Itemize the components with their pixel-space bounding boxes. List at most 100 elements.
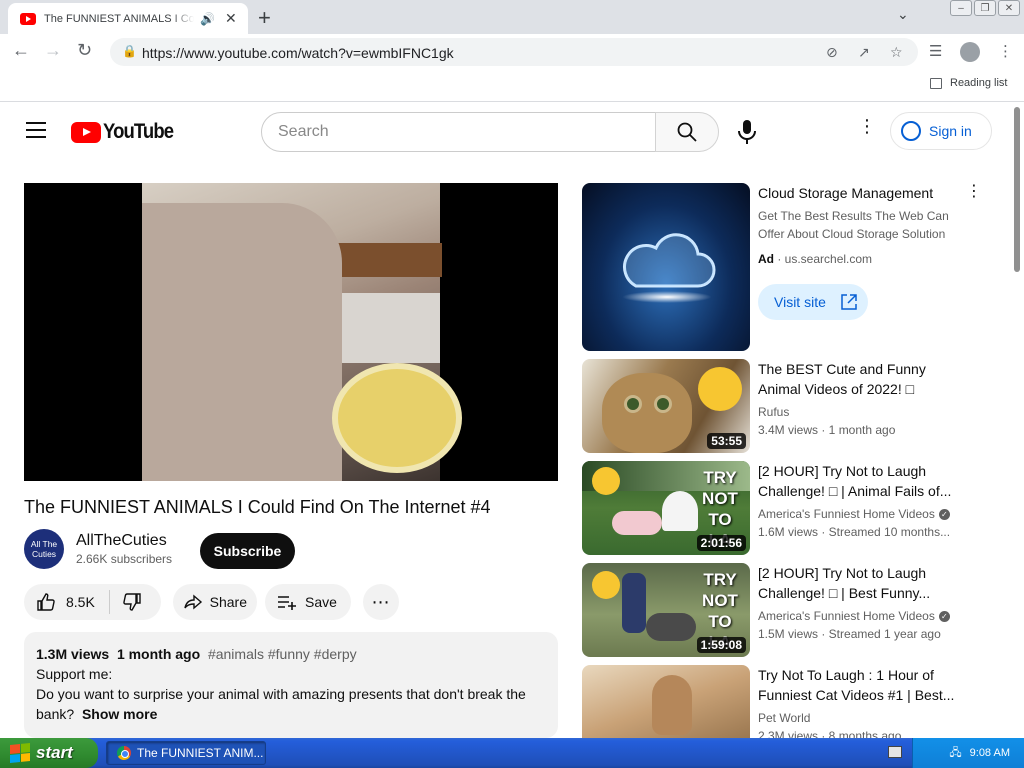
- keyboard-icon[interactable]: [888, 746, 902, 758]
- dislike-icon[interactable]: [120, 590, 144, 614]
- recommendation-title[interactable]: [2 HOUR] Try Not to Laugh Challenge! □ |…: [758, 563, 958, 603]
- hashtags[interactable]: #animals #funny #derpy: [208, 646, 357, 662]
- youtube-logo[interactable]: YouTube: [71, 120, 183, 144]
- description-box[interactable]: 1.3M views 1 month ago #animals #funny #…: [24, 632, 558, 738]
- save-button[interactable]: Save: [265, 584, 351, 620]
- verified-icon: ✓: [938, 508, 950, 520]
- recommendation-thumbnail[interactable]: TRYNOTTOLA 2:01:56: [582, 461, 750, 555]
- profile-icon[interactable]: [960, 42, 980, 62]
- subscribe-button[interactable]: Subscribe: [200, 533, 295, 569]
- recommendation-meta: 1.5M views · Streamed 1 year ago: [758, 627, 941, 641]
- close-window-button[interactable]: ✕: [998, 0, 1020, 16]
- video-duration: 53:55: [707, 433, 746, 449]
- recommendation-title[interactable]: The BEST Cute and Funny Animal Videos of…: [758, 359, 958, 399]
- back-icon[interactable]: ←: [12, 40, 30, 61]
- new-tab-button[interactable]: +: [258, 5, 271, 31]
- recommendation-channel[interactable]: America's Funniest Home Videos ✓: [758, 609, 950, 623]
- video-duration: 2:01:56: [696, 535, 746, 551]
- laughing-emoji-icon: [592, 467, 620, 495]
- star-icon[interactable]: ☆: [890, 44, 903, 61]
- channel-name[interactable]: AllTheCuties: [76, 532, 172, 550]
- ad-domain: us.searchel.com: [784, 252, 873, 266]
- restore-button[interactable]: ❐: [974, 0, 996, 16]
- ad-description: Get The Best Results The Web Can Offer A…: [758, 209, 949, 241]
- tab-strip: The FUNNIEST ANIMALS I Could Find On The…: [0, 0, 1024, 34]
- browser-toolbar: ← → ↻ 🔒 https://www.youtube.com/watch?v=…: [0, 34, 1024, 70]
- tab-close-icon[interactable]: ✕: [225, 10, 237, 27]
- tab-search-chevron-icon[interactable]: ⌄: [897, 6, 909, 23]
- browser-tab[interactable]: The FUNNIEST ANIMALS I Could Find On The…: [8, 3, 248, 34]
- hamburger-menu-icon[interactable]: [26, 122, 46, 138]
- reload-icon[interactable]: ↻: [77, 40, 92, 61]
- page-scrollbar[interactable]: [1010, 103, 1024, 738]
- recommendation-thumbnail[interactable]: TRYNOTTOLA 1:59:08: [582, 563, 750, 657]
- more-icon: ⋯: [371, 591, 391, 612]
- more-actions-button[interactable]: ⋯: [363, 584, 399, 620]
- sidebar-ad[interactable]: Cloud Storage Management Get The Best Re…: [582, 183, 992, 351]
- ad-title[interactable]: Cloud Storage Management: [758, 185, 933, 201]
- show-more-link[interactable]: Show more: [82, 706, 157, 722]
- recommendation-channel[interactable]: Pet World: [758, 711, 810, 725]
- upload-age: 1 month ago: [116, 646, 201, 662]
- windows-logo-icon: [10, 742, 30, 764]
- recommendation-channel[interactable]: America's Funniest Home Videos ✓: [758, 507, 950, 521]
- recommendation-item[interactable]: TRYNOTTOLA 1:59:08 [2 HOUR] Try Not to L…: [582, 563, 992, 657]
- recommendation-channel[interactable]: Rufus: [758, 405, 789, 419]
- save-icon: [275, 590, 299, 614]
- description-meta: 1.3M views 1 month ago #animals #funny #…: [36, 644, 546, 664]
- share-icon[interactable]: ↗: [858, 44, 870, 61]
- settings-menu-icon[interactable]: ⋮: [858, 117, 876, 135]
- clock[interactable]: 9:08 AM: [970, 747, 1010, 759]
- url-text[interactable]: https://www.youtube.com/watch?v=ewmbIFNC…: [142, 45, 454, 61]
- share-button[interactable]: Share: [173, 584, 257, 620]
- video-title: The FUNNIEST ANIMALS I Could Find On The…: [24, 497, 491, 517]
- taskbar: start The FUNNIEST ANIM... 🖧 9:08 AM: [0, 738, 1024, 768]
- recommendation-item[interactable]: 53:55 The BEST Cute and Funny Animal Vid…: [582, 359, 992, 453]
- cloud-icon: [623, 233, 716, 288]
- reading-list-button[interactable]: Reading list: [930, 77, 1007, 89]
- visit-site-button[interactable]: Visit site: [758, 284, 868, 320]
- channel-avatar[interactable]: All The Cuties: [24, 529, 64, 569]
- view-count: 1.3M views: [36, 646, 110, 662]
- media-icon[interactable]: ☰: [929, 42, 942, 60]
- recommendation-item[interactable]: TRYNOTTOLA 2:01:56 [2 HOUR] Try Not to L…: [582, 461, 992, 555]
- description-line-1: Support me:: [36, 666, 113, 682]
- video-frame: [142, 183, 462, 481]
- chrome-icon: [117, 746, 131, 760]
- search-input[interactable]: Search: [261, 112, 656, 152]
- ad-thumbnail[interactable]: [582, 183, 750, 351]
- laughing-emoji-icon: [698, 367, 742, 411]
- video-actions: 8.5K Share Save ⋯: [24, 584, 399, 620]
- reading-list-icon: [930, 77, 942, 89]
- address-bar[interactable]: 🔒 https://www.youtube.com/watch?v=ewmbIF…: [110, 38, 918, 66]
- audio-playing-icon[interactable]: 🔊: [200, 12, 215, 26]
- bookmarks-bar: Reading list: [0, 70, 1024, 102]
- ad-badge: Ad: [758, 252, 774, 266]
- recommendation-title[interactable]: [2 HOUR] Try Not to Laugh Challenge! □ |…: [758, 461, 958, 501]
- lock-icon[interactable]: 🔒: [122, 44, 137, 58]
- minimize-button[interactable]: –: [950, 0, 972, 16]
- taskbar-chrome-window[interactable]: The FUNNIEST ANIM...: [106, 741, 266, 765]
- eye-off-icon[interactable]: ⊘: [826, 44, 838, 61]
- youtube-favicon-icon: [20, 12, 36, 25]
- sign-in-button[interactable]: Sign in: [890, 112, 992, 150]
- youtube-play-icon: [71, 121, 101, 143]
- search-icon: [677, 122, 697, 142]
- youtube-wordmark: YouTube: [103, 120, 174, 143]
- scrollbar-thumb[interactable]: [1014, 107, 1020, 272]
- tab-title: The FUNNIEST ANIMALS I Could Find On The…: [44, 12, 194, 25]
- like-icon[interactable]: [34, 590, 58, 614]
- mic-icon[interactable]: [736, 119, 758, 145]
- like-count[interactable]: 8.5K: [66, 594, 95, 610]
- recommendation-title[interactable]: Try Not To Laugh : 1 Hour of Funniest Ca…: [758, 665, 958, 705]
- menu-dots-icon[interactable]: ⋮: [998, 42, 1013, 60]
- network-icon[interactable]: 🖧: [949, 744, 961, 763]
- search-button[interactable]: [655, 112, 719, 152]
- recommendation-thumbnail[interactable]: 53:55: [582, 359, 750, 453]
- start-button[interactable]: start: [0, 738, 98, 768]
- forward-icon[interactable]: →: [44, 40, 62, 61]
- ad-menu-icon[interactable]: ⋮: [966, 184, 982, 200]
- laughing-emoji-icon: [592, 571, 620, 599]
- video-player[interactable]: [24, 183, 558, 481]
- recommendation-meta: 3.4M views · 1 month ago: [758, 423, 896, 437]
